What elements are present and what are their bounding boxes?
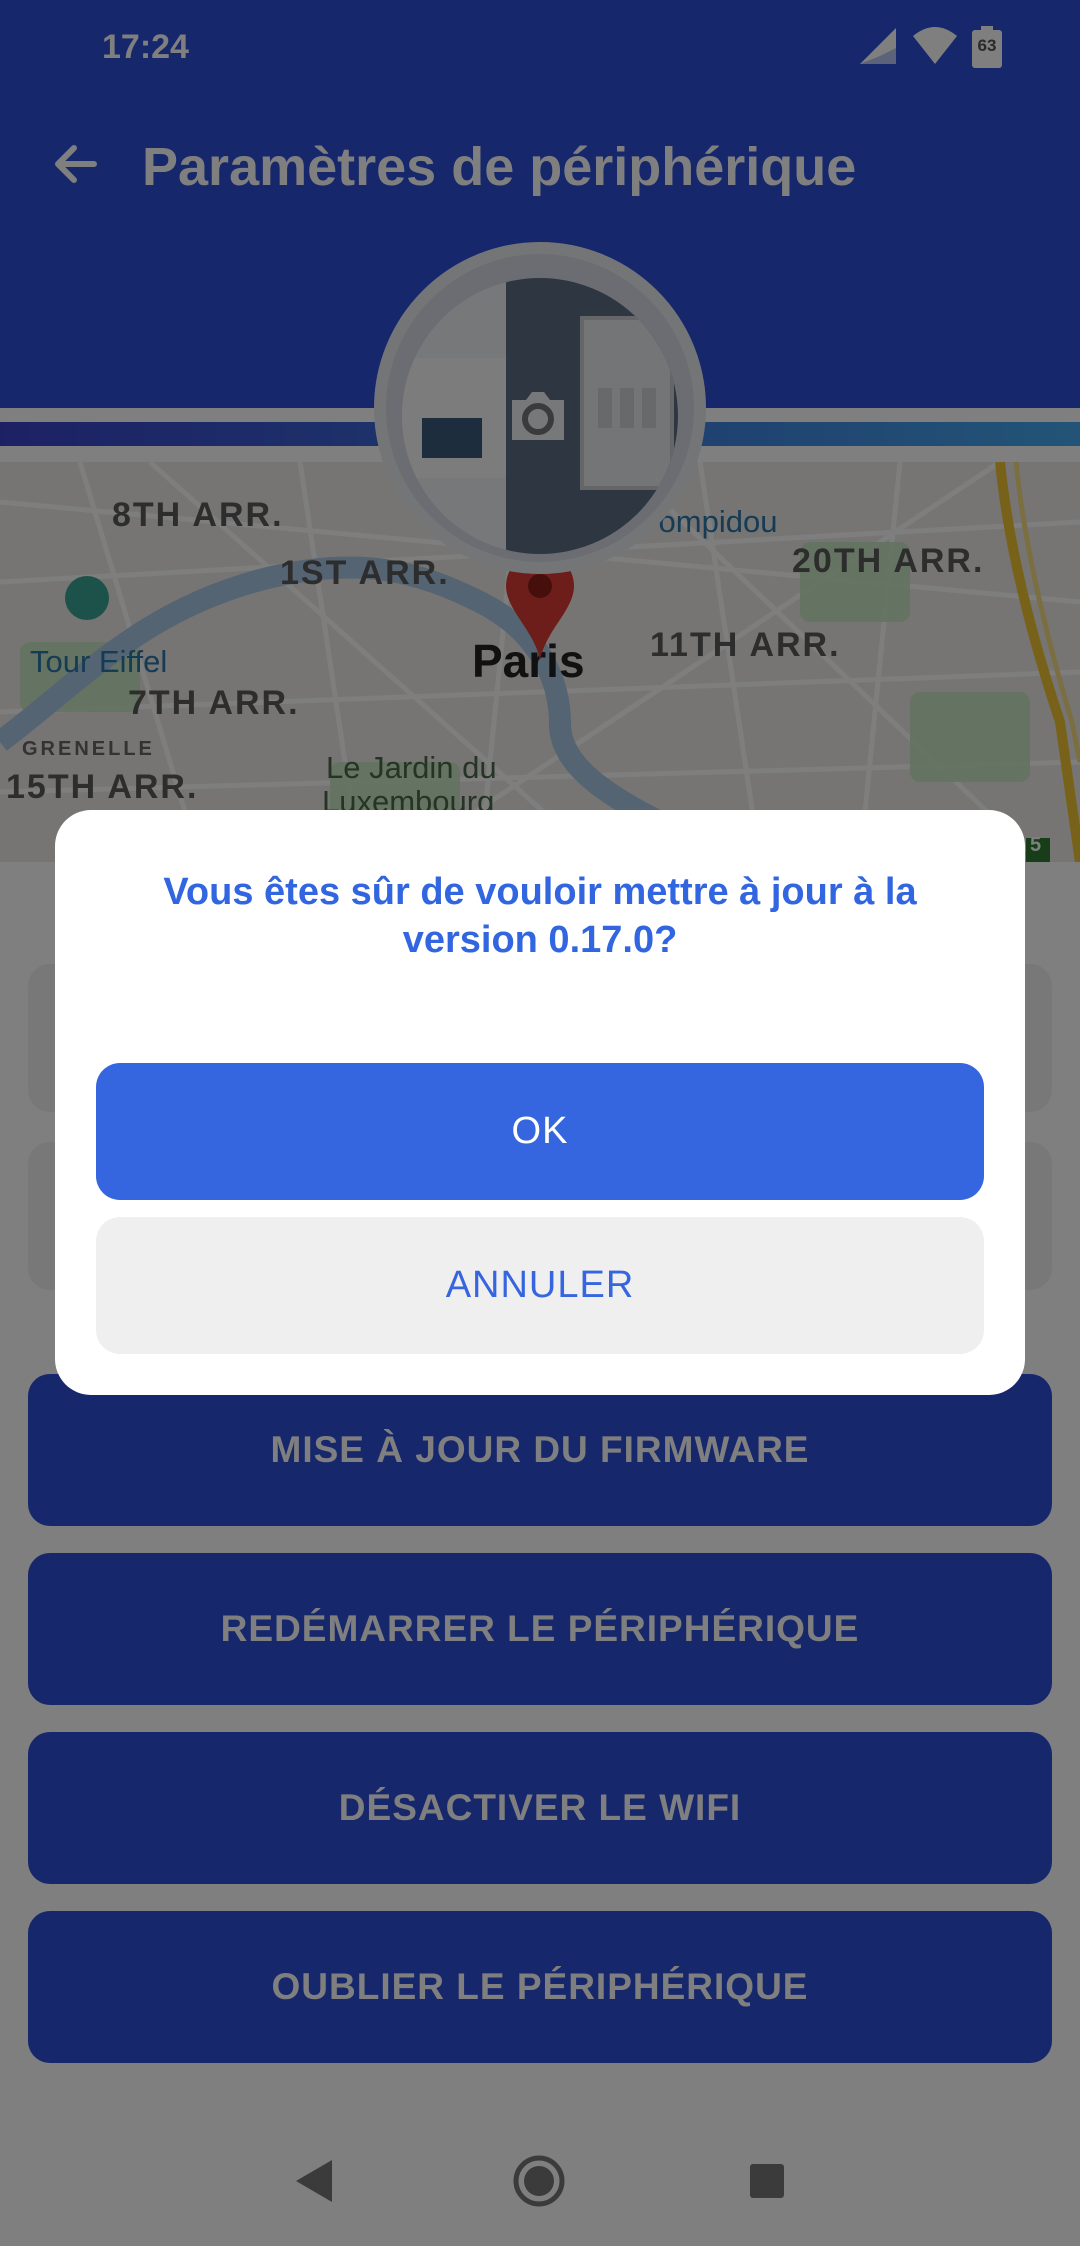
dialog-message: Vous êtes sûr de vouloir mettre à jour à… [163, 871, 917, 961]
update-confirm-dialog: Vous êtes sûr de vouloir mettre à jour à… [55, 810, 1025, 1395]
device-settings-screen: 17:24 63 Paramètres de périphérique [0, 0, 1080, 2246]
ok-button[interactable]: OK [96, 1063, 984, 1200]
cancel-button[interactable]: ANNULER [96, 1217, 984, 1354]
